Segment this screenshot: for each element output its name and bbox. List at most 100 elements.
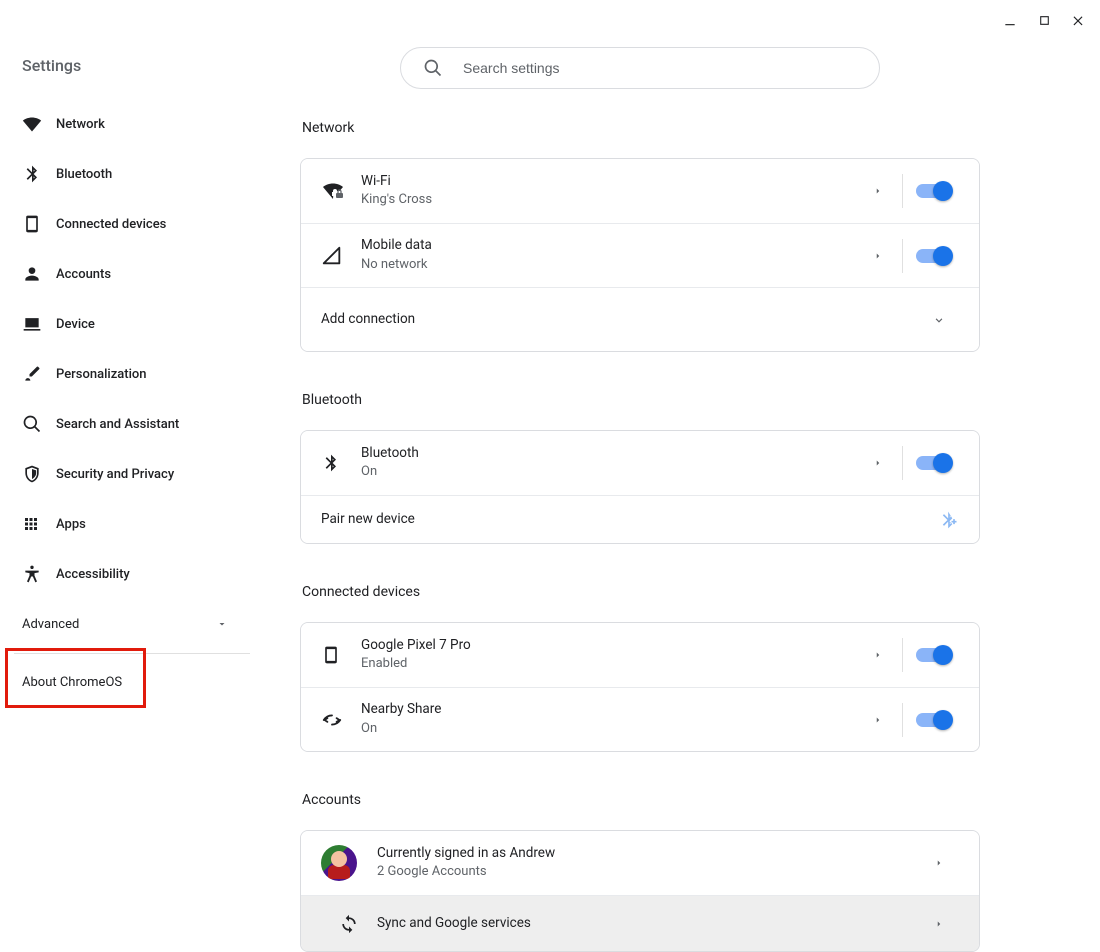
- mobile-data-toggle[interactable]: [916, 249, 950, 263]
- phone-title: Google Pixel 7 Pro: [361, 637, 858, 655]
- sidebar-item-connected-devices[interactable]: Connected devices: [0, 199, 250, 249]
- nearby-share-toggle[interactable]: [916, 713, 950, 727]
- sidebar: Settings Network Bluetooth Connected dev…: [0, 0, 250, 896]
- wifi-title: Wi-Fi: [361, 173, 858, 191]
- phone-sub: Enabled: [361, 656, 858, 673]
- phone-icon: [321, 645, 361, 665]
- apps-grid-icon: [22, 515, 56, 533]
- window-maximize-button[interactable]: [1030, 8, 1058, 32]
- app-title: Settings: [0, 56, 250, 99]
- nearby-sub: On: [361, 721, 858, 738]
- cellular-icon: [321, 245, 361, 267]
- main-content: Network Wi-Fi King's Cross Mobile data N…: [300, 120, 980, 952]
- mobile-title: Mobile data: [361, 237, 858, 255]
- sidebar-item-label: Bluetooth: [56, 167, 112, 182]
- sidebar-item-label: Search and Assistant: [56, 417, 179, 432]
- shield-icon: [22, 464, 56, 484]
- nearby-share-row[interactable]: Nearby Share On: [301, 687, 979, 751]
- sidebar-item-bluetooth[interactable]: Bluetooth: [0, 149, 250, 199]
- sync-title: Sync and Google services: [377, 915, 919, 933]
- sidebar-item-device[interactable]: Device: [0, 299, 250, 349]
- search-input[interactable]: [461, 59, 861, 77]
- sidebar-item-security-privacy[interactable]: Security and Privacy: [0, 449, 250, 499]
- add-connection-row[interactable]: Add connection: [301, 287, 979, 351]
- search-bar: [400, 47, 880, 89]
- wifi-sub: King's Cross: [361, 192, 858, 209]
- sidebar-item-about-chromeos[interactable]: About ChromeOS: [0, 658, 250, 706]
- pair-device-label: Pair new device: [321, 511, 939, 529]
- bluetooth-toggle[interactable]: [916, 456, 950, 470]
- network-panel: Wi-Fi King's Cross Mobile data No networ…: [300, 158, 980, 352]
- maximize-icon: [1038, 14, 1051, 27]
- separator: [902, 703, 903, 737]
- separator: [902, 174, 903, 208]
- sidebar-item-advanced[interactable]: Advanced: [0, 599, 250, 649]
- account-title: Currently signed in as Andrew: [377, 845, 919, 863]
- phone-icon: [22, 214, 56, 234]
- account-row[interactable]: Currently signed in as Andrew 2 Google A…: [301, 831, 979, 895]
- chevron-right-icon: [919, 858, 959, 868]
- add-connection-label: Add connection: [321, 311, 919, 329]
- person-icon: [22, 264, 56, 284]
- separator: [902, 239, 903, 273]
- chevron-down-icon: [216, 618, 228, 630]
- bluetooth-icon: [321, 453, 361, 473]
- phone-row[interactable]: Google Pixel 7 Pro Enabled: [301, 623, 979, 687]
- sidebar-divider: [14, 653, 250, 654]
- sidebar-item-network[interactable]: Network: [0, 99, 250, 149]
- sidebar-item-label: Accounts: [56, 267, 111, 282]
- section-title-network: Network: [302, 120, 980, 136]
- wifi-lock-icon: [321, 179, 361, 203]
- accounts-panel: Currently signed in as Andrew 2 Google A…: [300, 830, 980, 952]
- sidebar-item-label: Accessibility: [56, 567, 130, 582]
- sidebar-item-label: Connected devices: [56, 217, 166, 232]
- accessibility-icon: [22, 564, 56, 584]
- bluetooth-panel: Bluetooth On Pair new device: [300, 430, 980, 544]
- connected-devices-panel: Google Pixel 7 Pro Enabled Nearby Share …: [300, 622, 980, 752]
- nearby-title: Nearby Share: [361, 701, 858, 719]
- bluetooth-icon: [22, 164, 56, 184]
- laptop-icon: [22, 314, 56, 334]
- phone-toggle[interactable]: [916, 648, 950, 662]
- sidebar-item-accounts[interactable]: Accounts: [0, 249, 250, 299]
- avatar: [321, 845, 377, 881]
- sidebar-item-label: Network: [56, 117, 105, 132]
- sidebar-item-apps[interactable]: Apps: [0, 499, 250, 549]
- sidebar-item-label: Personalization: [56, 367, 147, 382]
- sidebar-item-label: Security and Privacy: [56, 467, 174, 482]
- wifi-row[interactable]: Wi-Fi King's Cross: [301, 159, 979, 223]
- sidebar-item-label: About ChromeOS: [22, 675, 122, 690]
- account-sub: 2 Google Accounts: [377, 864, 919, 881]
- sidebar-item-label: Device: [56, 317, 95, 332]
- chevron-right-icon: [858, 650, 898, 660]
- chevron-right-icon: [858, 186, 898, 196]
- sidebar-item-search-assistant[interactable]: Search and Assistant: [0, 399, 250, 449]
- sidebar-item-label: Advanced: [22, 617, 79, 632]
- pair-device-row[interactable]: Pair new device: [301, 495, 979, 543]
- sync-row[interactable]: Sync and Google services: [301, 895, 979, 951]
- close-icon: [1071, 13, 1085, 27]
- window-close-button[interactable]: [1064, 8, 1092, 32]
- chevron-right-icon: [919, 919, 959, 929]
- mobile-sub: No network: [361, 257, 858, 274]
- search-icon: [423, 58, 443, 78]
- chevron-down-icon: [919, 313, 959, 327]
- bluetooth-pair-icon: [939, 510, 959, 530]
- sidebar-item-accessibility[interactable]: Accessibility: [0, 549, 250, 599]
- section-title-accounts: Accounts: [302, 792, 980, 808]
- brush-icon: [22, 364, 56, 384]
- section-title-connected: Connected devices: [302, 584, 980, 600]
- window-minimize-button[interactable]: [996, 8, 1024, 32]
- sync-icon: [321, 914, 377, 934]
- separator: [902, 446, 903, 480]
- nearby-share-icon: [321, 709, 361, 731]
- bluetooth-row[interactable]: Bluetooth On: [301, 431, 979, 495]
- mobile-data-row[interactable]: Mobile data No network: [301, 223, 979, 287]
- chevron-right-icon: [858, 251, 898, 261]
- chevron-right-icon: [858, 715, 898, 725]
- bluetooth-title: Bluetooth: [361, 445, 858, 463]
- wifi-icon: [22, 114, 56, 134]
- section-title-bluetooth: Bluetooth: [302, 392, 980, 408]
- sidebar-item-personalization[interactable]: Personalization: [0, 349, 250, 399]
- wifi-toggle[interactable]: [916, 184, 950, 198]
